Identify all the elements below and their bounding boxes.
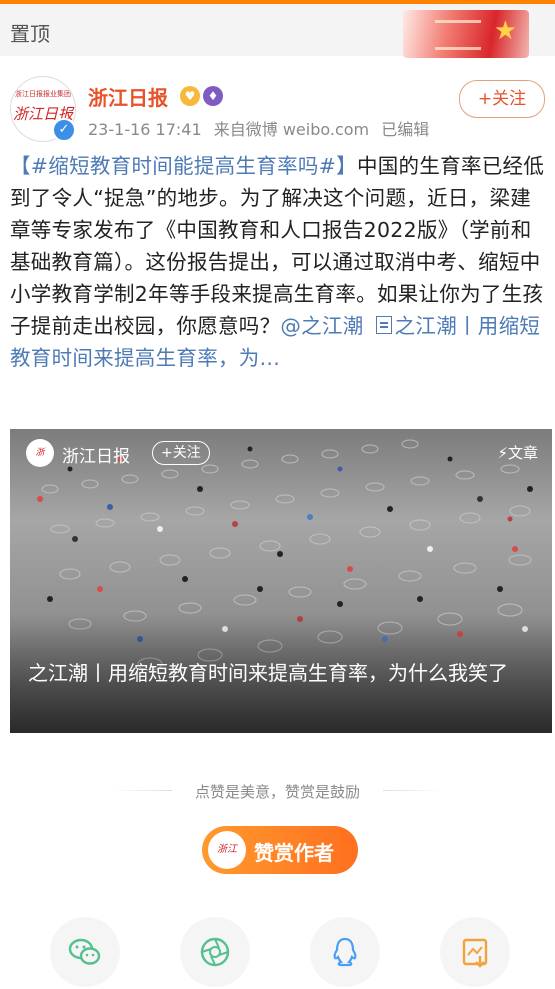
card-follow-button[interactable]: +关注 bbox=[152, 441, 210, 465]
verified-badge-icon: ✓ bbox=[52, 118, 76, 142]
article-link-icon bbox=[375, 316, 392, 334]
star-icon: ★ bbox=[493, 16, 517, 46]
post-text: 中国的生育率已经低到了令人“捉急”的地步。为了解决这个问题，近日，梁建章等专家发… bbox=[10, 154, 545, 338]
banner-architecture bbox=[435, 20, 481, 50]
qq-icon bbox=[333, 937, 357, 967]
reward-label: 赞赏作者 bbox=[254, 841, 334, 865]
mention-link[interactable]: @之江潮 bbox=[280, 314, 363, 338]
post-source: 来自微博 weibo.com bbox=[213, 120, 370, 139]
edited-label: 已编辑 bbox=[381, 120, 430, 139]
article-card[interactable]: 浙 浙江日报 +关注 ⚡文章 之江潮丨用缩短教育时间来提高生育率，为什么我笑了 bbox=[10, 429, 552, 733]
fan-badge-icon[interactable]: ♥ bbox=[180, 86, 200, 106]
card-author-name[interactable]: 浙江日报 bbox=[62, 442, 130, 467]
divider-line-right bbox=[383, 790, 443, 791]
author-name[interactable]: 浙江日报 bbox=[88, 82, 168, 111]
save-image-icon bbox=[462, 938, 488, 968]
hashtag-link[interactable]: 【#缩短教育时间能提高生育率吗#】 bbox=[10, 154, 357, 178]
card-avatar[interactable]: 浙 bbox=[26, 439, 54, 467]
share-wechat-button[interactable] bbox=[50, 917, 120, 987]
save-image-button[interactable] bbox=[440, 917, 510, 987]
follow-button[interactable]: +关注 bbox=[459, 80, 545, 118]
pinned-label: 置顶 bbox=[10, 22, 50, 46]
post-time: 23-1-16 17:41 bbox=[88, 120, 202, 139]
pinned-bar: 置顶 ★ bbox=[0, 4, 555, 58]
share-qq-button[interactable] bbox=[310, 917, 380, 987]
avatar-group-text: 浙江日报报业集团 bbox=[15, 90, 71, 98]
share-moments-button[interactable] bbox=[180, 917, 250, 987]
reward-avatar: 浙江 bbox=[208, 831, 246, 869]
article-tag: ⚡文章 bbox=[497, 444, 538, 462]
post-body: 【#缩短教育时间能提高生育率吗#】中国的生育率已经低到了令人“捉急”的地步。为了… bbox=[10, 150, 550, 374]
moments-icon bbox=[200, 937, 230, 967]
card-title[interactable]: 之江潮丨用缩短教育时间来提高生育率，为什么我笑了 bbox=[28, 659, 538, 687]
post-meta: 23-1-16 17:41 来自微博 weibo.com 已编辑 bbox=[88, 116, 436, 140]
honor-badge-icon[interactable]: ♦ bbox=[203, 86, 223, 106]
festive-banner-image: ★ bbox=[403, 10, 529, 58]
reward-author-button[interactable]: 浙江 赞赏作者 bbox=[202, 826, 358, 874]
wechat-icon bbox=[68, 938, 101, 965]
reward-hint: 点赞是美意，赞赏是鼓励 bbox=[194, 783, 360, 801]
post-header: 浙江日报报业集团 浙江日报 ✓ 浙江日报 ♥ ♦ 23-1-16 17:41 来… bbox=[0, 56, 555, 146]
